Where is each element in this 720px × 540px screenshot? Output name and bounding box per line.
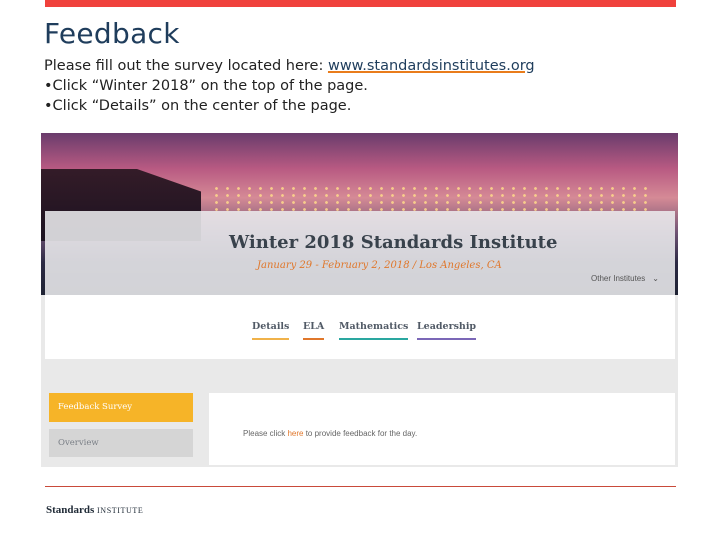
instruction-step-1: •Click “Winter 2018” on the top of the p…: [44, 78, 368, 94]
chevron-down-icon: ⌄: [652, 274, 659, 283]
event-subtitle: January 29 - February 2, 2018 / Los Ange…: [257, 260, 502, 271]
sidebar-item-overview[interactable]: Overview: [49, 429, 193, 457]
tab-mathematics[interactable]: Mathematics: [339, 321, 409, 340]
tab-details[interactable]: Details: [252, 321, 290, 340]
survey-url-link[interactable]: www.standardsinstitutes.org: [328, 58, 535, 74]
content-text-after: to provide feedback for the day.: [303, 429, 418, 438]
instructions: Please fill out the survey located here:…: [44, 56, 684, 116]
other-institutes-dropdown[interactable]: Other Institutes ⌄: [591, 274, 659, 283]
tab-leadership[interactable]: Leadership: [417, 321, 477, 340]
slide-title: Feedback: [44, 17, 180, 50]
city-lights: [211, 185, 651, 211]
content-text-before: Please click: [243, 429, 288, 438]
instruction-step-2: •Click “Details” on the center of the pa…: [44, 98, 352, 114]
feedback-here-link[interactable]: here: [287, 429, 303, 438]
standards-institute-logo: Standards INSTITUTE: [46, 504, 143, 516]
logo-word-standards: Standards: [46, 504, 95, 516]
instruction-line-1: Please fill out the survey located here:…: [44, 56, 684, 76]
event-title: Winter 2018 Standards Institute: [229, 232, 558, 253]
logo-word-institute: INSTITUTE: [97, 506, 144, 515]
tab-ela[interactable]: ELA: [303, 321, 325, 340]
website-screenshot: Winter 2018 Standards Institute January …: [41, 133, 678, 467]
top-accent-bar: [45, 0, 676, 7]
other-institutes-label: Other Institutes: [591, 274, 646, 283]
footer-divider: [45, 486, 676, 487]
sidebar-item-feedback-survey[interactable]: Feedback Survey: [49, 393, 193, 422]
intro-text: Please fill out the survey located here:: [44, 58, 328, 74]
feedback-instruction: Please click here to provide feedback fo…: [243, 429, 417, 438]
hero-banner-card: [45, 211, 675, 295]
